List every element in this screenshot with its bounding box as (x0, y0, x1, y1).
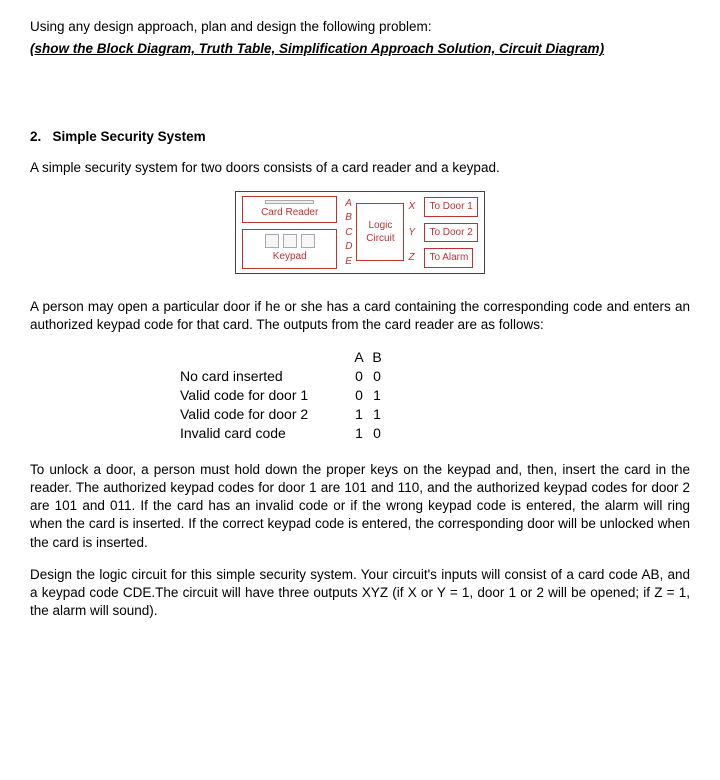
tt-a: 1 (350, 405, 368, 424)
logic-l1: Logic (368, 219, 392, 233)
tt-b: 1 (368, 405, 386, 424)
output-row: X To Door 1 (408, 197, 477, 217)
tt-label: Valid code for door 2 (180, 405, 350, 424)
tt-blank (180, 348, 350, 367)
left-column: Card Reader Keypad (242, 196, 337, 269)
out-door2: To Door 2 (424, 223, 477, 243)
para-design: Design the logic circuit for this simple… (30, 566, 690, 621)
logic-circuit-box: Logic Circuit (356, 203, 404, 261)
intro-line1: Using any design approach, plan and desi… (30, 18, 690, 36)
keypad-label: Keypad (273, 250, 307, 264)
para-after-diagram: A person may open a particular door if h… (30, 298, 690, 334)
tt-a: 0 (350, 386, 368, 405)
keypad-keys-icon (265, 234, 315, 248)
section-intro: A simple security system for two doors c… (30, 159, 690, 177)
tt-b: 1 (368, 386, 386, 405)
logic-l2: Circuit (366, 232, 394, 246)
sig-z: Z (408, 251, 418, 265)
section-title: Simple Security System (53, 129, 206, 144)
tt-col-a: A (350, 348, 368, 367)
out-alarm: To Alarm (424, 248, 473, 268)
tt-a: 1 (350, 424, 368, 443)
truth-table: A B No card inserted 0 0 Valid code for … (180, 348, 690, 442)
tt-label: No card inserted (180, 367, 350, 386)
tt-label: Invalid card code (180, 424, 350, 443)
input-signals: A B C D E (345, 197, 352, 269)
tt-b: 0 (368, 424, 386, 443)
block-diagram-inner: Card Reader Keypad A B C D E Logic Circu… (235, 191, 485, 274)
sig-b: B (345, 211, 352, 225)
keypad-box: Keypad (242, 229, 337, 269)
sig-d: D (345, 240, 352, 254)
output-row: Y To Door 2 (408, 223, 477, 243)
sig-x: X (408, 200, 418, 214)
sig-c: C (345, 226, 352, 240)
sig-e: E (345, 255, 352, 269)
tt-label: Valid code for door 1 (180, 386, 350, 405)
table-row: Valid code for door 2 1 1 (180, 405, 690, 424)
block-diagram: Card Reader Keypad A B C D E Logic Circu… (30, 191, 690, 274)
table-row: No card inserted 0 0 (180, 367, 690, 386)
card-slot-icon (265, 200, 314, 204)
para-unlock: To unlock a door, a person must hold dow… (30, 461, 690, 552)
tt-b: 0 (368, 367, 386, 386)
out-door1: To Door 1 (424, 197, 477, 217)
key-icon (265, 234, 279, 248)
sig-y: Y (408, 226, 418, 240)
section-number: 2. (30, 129, 41, 144)
section-heading: 2. Simple Security System (30, 128, 690, 146)
key-icon (283, 234, 297, 248)
sig-a: A (345, 197, 352, 211)
tt-a: 0 (350, 367, 368, 386)
tt-header: A B (180, 348, 690, 367)
outputs-column: X To Door 1 Y To Door 2 Z To Alarm (408, 197, 477, 268)
card-reader-box: Card Reader (242, 196, 337, 224)
output-row: Z To Alarm (408, 248, 477, 268)
card-reader-label: Card Reader (261, 207, 318, 218)
table-row: Invalid card code 1 0 (180, 424, 690, 443)
tt-col-b: B (368, 348, 386, 367)
intro-line2: (show the Block Diagram, Truth Table, Si… (30, 40, 690, 58)
table-row: Valid code for door 1 0 1 (180, 386, 690, 405)
key-icon (301, 234, 315, 248)
